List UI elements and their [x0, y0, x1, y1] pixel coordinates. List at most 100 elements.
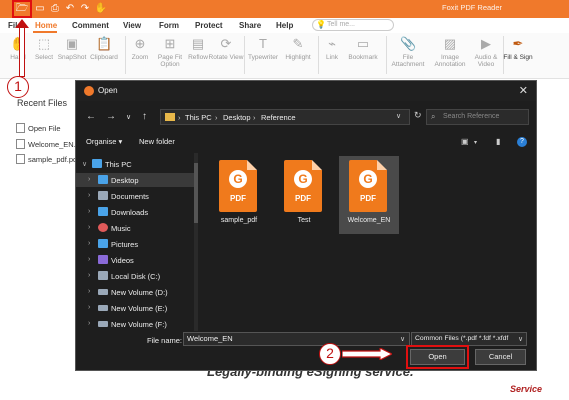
- reflow-icon: ▤: [191, 36, 205, 51]
- menu-view[interactable]: View: [123, 21, 141, 30]
- open-dialog: Open ✕ ← → ∨ ↑ › This PC › Desktop › Ref…: [75, 80, 537, 371]
- recent-open-file[interactable]: Open File: [16, 123, 61, 133]
- tree-item-documents[interactable]: › Documents: [76, 189, 194, 203]
- file-item[interactable]: G PDF Test: [274, 156, 334, 234]
- menu-help[interactable]: Help: [276, 21, 293, 30]
- tree-item-local-disk-c[interactable]: › Local Disk (C:): [76, 269, 194, 283]
- up-icon[interactable]: ↑: [142, 111, 147, 122]
- typewriter-icon: T: [259, 36, 267, 51]
- search-input[interactable]: ⌕ Search Reference: [426, 109, 529, 125]
- ribbon-label: Rotate View: [208, 54, 244, 61]
- page-fold: [247, 160, 257, 170]
- menu-form[interactable]: Form: [159, 21, 179, 30]
- organise-button[interactable]: Organise ▾: [86, 137, 122, 146]
- document-icon: [16, 154, 25, 164]
- scrollbar-thumb[interactable]: [194, 163, 198, 223]
- menu-comment[interactable]: Comment: [72, 21, 109, 30]
- dialog-toolbar: Organise ▾ New folder ▣ ▾ ▮ ?: [76, 132, 536, 152]
- page-fold: [377, 160, 387, 170]
- pdf-badge: PDF: [360, 194, 376, 203]
- help-icon[interactable]: ?: [517, 137, 527, 147]
- file-item-selected[interactable]: G PDF Welcome_EN: [339, 156, 399, 234]
- save-icon[interactable]: ▭: [33, 2, 47, 15]
- chevron-down-icon[interactable]: ∨: [396, 112, 401, 120]
- search-placeholder: Search Reference: [443, 113, 500, 120]
- tree-item-music[interactable]: › Music: [76, 221, 194, 235]
- tree-item-pictures[interactable]: › Pictures: [76, 237, 194, 251]
- ribbon-audio-video-button[interactable]: ▶ Audio & Video: [468, 36, 504, 68]
- ribbon-bookmark-button[interactable]: ▭ Bookmark: [345, 36, 381, 61]
- close-icon[interactable]: ✕: [519, 84, 528, 97]
- breadcrumb-desktop[interactable]: Desktop: [223, 113, 251, 122]
- back-icon[interactable]: ←: [86, 111, 96, 122]
- menu-protect[interactable]: Protect: [195, 21, 223, 30]
- address-bar[interactable]: › This PC › Desktop › Reference: [160, 109, 410, 125]
- hand-icon[interactable]: ✋: [94, 2, 108, 15]
- print-icon[interactable]: ⎙: [48, 2, 62, 15]
- cursor-icon: ⬚: [37, 36, 51, 51]
- file-name-input[interactable]: Welcome_EN: [183, 332, 410, 346]
- cancel-button[interactable]: Cancel: [475, 349, 526, 365]
- file-name-label: File name:: [147, 336, 183, 345]
- clipboard-icon: 📋: [96, 36, 113, 51]
- documents-icon: [98, 191, 108, 200]
- menu-share[interactable]: Share: [239, 21, 261, 30]
- ribbon-typewriter-button[interactable]: T Typewriter: [245, 36, 281, 61]
- breadcrumb-reference[interactable]: Reference: [261, 113, 296, 122]
- tree-item-videos[interactable]: › Videos: [76, 253, 194, 267]
- foxit-logo-icon: G: [229, 170, 247, 188]
- tree-item-new-volume-e[interactable]: › New Volume (E:): [76, 301, 194, 315]
- tree-item-this-pc[interactable]: ∨ This PC: [76, 157, 194, 171]
- desktop-icon: [98, 175, 108, 184]
- chevron-down-icon[interactable]: ∨: [126, 113, 131, 121]
- ribbon-label: Bookmark: [348, 54, 378, 61]
- pdf-file-icon: G PDF: [349, 160, 387, 212]
- page-fold: [312, 160, 322, 170]
- ribbon-rotate-button[interactable]: ⟳ Rotate View: [208, 36, 244, 61]
- ribbon-image-annotation-button[interactable]: ▨ Image Annotation: [432, 36, 468, 68]
- view-icon[interactable]: ▣: [461, 137, 469, 146]
- forward-icon[interactable]: →: [106, 111, 116, 122]
- tree-item-downloads[interactable]: › Downloads: [76, 205, 194, 219]
- undo-icon[interactable]: ↶: [63, 2, 77, 15]
- ribbon-highlight-button[interactable]: ✎ Highlight: [280, 36, 316, 61]
- tree-scrollbar[interactable]: [194, 153, 198, 331]
- pc-icon: [92, 159, 102, 168]
- chevron-down-icon[interactable]: ▾: [474, 139, 477, 146]
- chevron-down-icon[interactable]: ∨: [400, 335, 405, 343]
- tree-item-new-volume-f[interactable]: › New Volume (F:): [76, 317, 194, 331]
- ribbon-label: Reflow: [188, 54, 208, 61]
- folder-icon: [16, 123, 25, 133]
- file-name: Test: [297, 217, 311, 224]
- tell-me-search[interactable]: 💡 Tell me...: [312, 19, 394, 31]
- page-fit-icon: ⊞: [164, 36, 176, 51]
- menu-home[interactable]: Home: [35, 21, 57, 30]
- tree-item-label: Local Disk (C:): [111, 272, 161, 281]
- ribbon-label: Typewriter: [248, 54, 278, 61]
- breadcrumb-this-pc[interactable]: This PC: [185, 113, 212, 122]
- preview-pane-icon[interactable]: ▮: [496, 137, 500, 146]
- file-type-select[interactable]: Common Files (*.pdf *.fdf *.xfdf: [411, 332, 527, 346]
- chevron-right-icon: ›: [88, 272, 91, 279]
- refresh-icon[interactable]: ↻: [414, 110, 422, 121]
- tree-item-desktop[interactable]: › Desktop: [76, 173, 194, 187]
- ribbon-label: File Attachment: [391, 54, 425, 68]
- recent-file-item[interactable]: sample_pdf.pd...: [16, 154, 83, 164]
- recent-file-item[interactable]: Welcome_EN...: [16, 139, 80, 149]
- ribbon-fill-sign-button[interactable]: ✒ Fill & Sign: [500, 36, 536, 61]
- zoom-icon: ⊕: [134, 36, 146, 51]
- new-folder-button[interactable]: New folder: [139, 137, 175, 146]
- ribbon-label: Image Annotation: [434, 54, 466, 68]
- ribbon-attachment-button[interactable]: 📎 File Attachment: [390, 36, 426, 68]
- foxit-logo-icon: G: [359, 170, 377, 188]
- link-icon: ⌁: [328, 36, 336, 51]
- chevron-right-icon: ›: [88, 208, 91, 215]
- pen-icon: ✒: [512, 36, 524, 51]
- tree-item-new-volume-d[interactable]: › New Volume (D:): [76, 285, 194, 299]
- redo-icon[interactable]: ↷: [78, 2, 92, 15]
- chevron-down-icon[interactable]: ∨: [518, 335, 523, 343]
- ribbon-clipboard-button[interactable]: 📋 Clipboard: [86, 36, 122, 61]
- ribbon-snapshot-button[interactable]: ▣ SnapShot: [54, 36, 90, 61]
- pictures-icon: [98, 239, 108, 248]
- file-item[interactable]: G PDF sample_pdf: [209, 156, 269, 234]
